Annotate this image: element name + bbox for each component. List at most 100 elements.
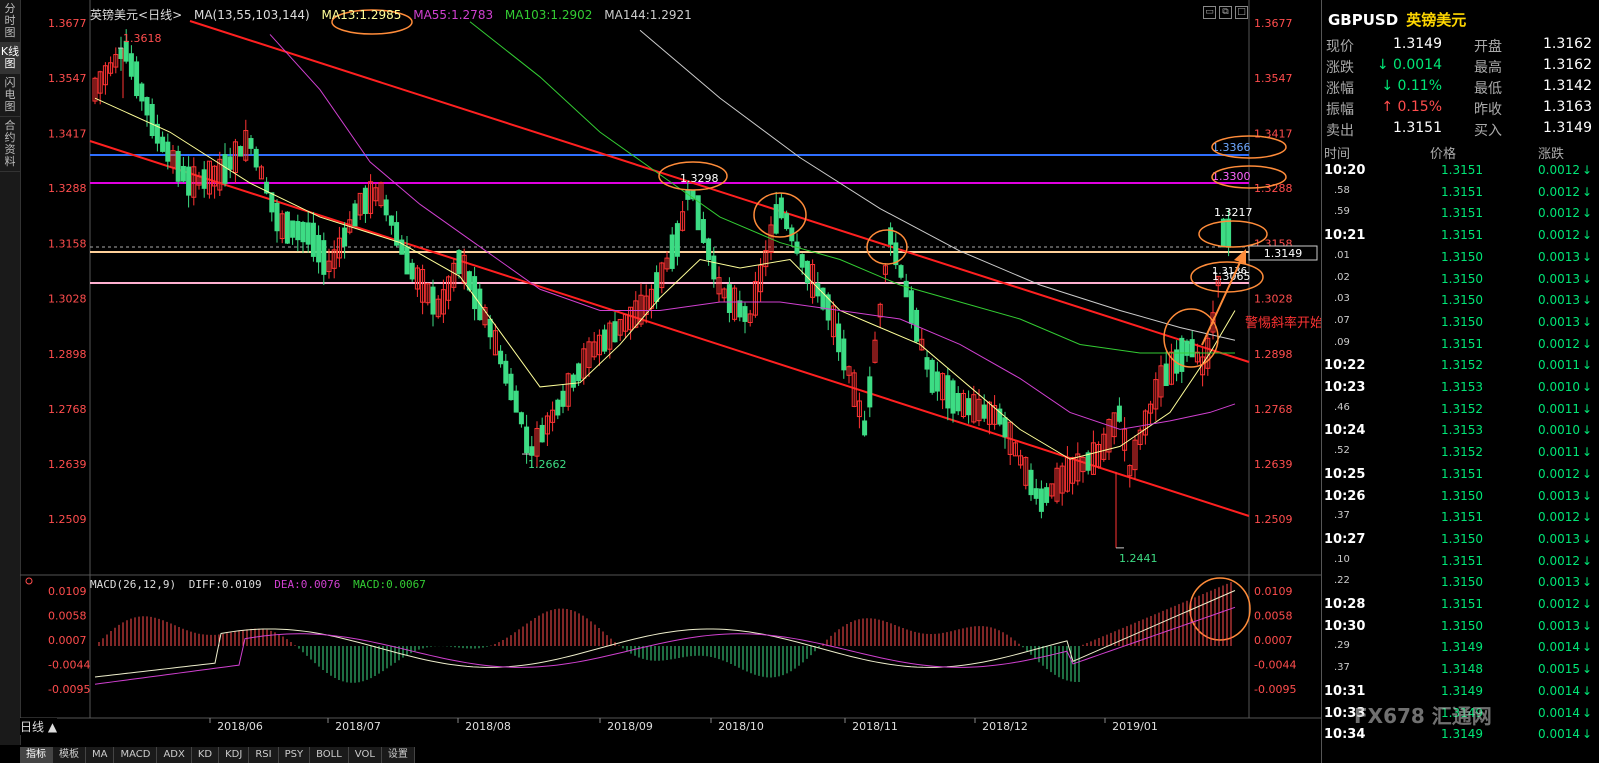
period-tag: <日线>	[138, 8, 183, 22]
macd-settings-icon	[25, 577, 33, 585]
ticks-head-time: 时间	[1324, 147, 1351, 162]
tick-price: 1.3151	[1441, 466, 1483, 481]
tick-row: 10:28 1.3151 0.0012 ↓	[1322, 597, 1599, 618]
indicator-tab[interactable]: MA	[86, 747, 115, 763]
indicator-tab[interactable]: RSI	[249, 747, 279, 763]
tick-time: 10:34	[1324, 727, 1366, 743]
tick-row: 10:26 1.3150 0.0013 ↓	[1322, 489, 1599, 510]
window-minimize-icon[interactable]: ▭	[1203, 6, 1216, 19]
candle-body	[310, 222, 316, 257]
indicator-tab[interactable]: ADX	[157, 747, 192, 763]
tick-price: 1.3150	[1441, 488, 1483, 503]
indicator-tab[interactable]: VOL	[348, 747, 382, 763]
down-arrow-icon: ↓	[1582, 249, 1593, 264]
candle-body	[773, 204, 779, 234]
price-axis-right-label: 1.3547	[1254, 72, 1293, 85]
date-axis-label: 2019/01	[1112, 720, 1158, 733]
candle-body	[134, 61, 140, 97]
window-restore-icon[interactable]: ⧉	[1219, 6, 1232, 19]
tick-price: 1.3153	[1441, 423, 1483, 438]
high-label-3: 1.3217	[1214, 206, 1253, 219]
ma-legend: 英镑美元<日线> MA(13,55,103,144) MA13:1.2985 M…	[90, 6, 700, 23]
tick-row: 10:25 1.3151 0.0012 ↓	[1322, 467, 1599, 488]
warning-annotation: 警惕斜率开始变陡	[1245, 315, 1321, 331]
indicator-tab[interactable]: KDJ	[219, 747, 250, 763]
date-axis-label: 2018/07	[335, 720, 381, 733]
quote-value: 1.3151	[1393, 120, 1442, 136]
indicator-tab[interactable]: KD	[191, 747, 220, 763]
period-selector[interactable]: 日线 ▲	[20, 718, 58, 735]
candle-body	[316, 234, 322, 263]
tick-row: 10:34 1.3149 0.0014 ↓	[1322, 727, 1599, 748]
price-axis-left-label: 1.3028	[48, 293, 87, 306]
candle-body	[165, 141, 171, 162]
candle-body	[186, 166, 192, 196]
quote-value: ↓ 0.0014	[1376, 57, 1442, 73]
price-axis-left-label: 1.3677	[48, 17, 87, 30]
candle-body	[981, 404, 987, 419]
candle-body	[555, 399, 561, 416]
tick-row: .03 1.3150 0.0013 ↓	[1322, 293, 1599, 314]
tab-contract-info[interactable]: 合约资料	[0, 117, 20, 172]
indicator-tab[interactable]: PSY	[278, 747, 311, 763]
tick-change: 0.0012	[1538, 597, 1580, 611]
price-axis-left-label: 1.2898	[48, 348, 87, 361]
tick-time: .03	[1334, 293, 1350, 305]
indicator-tab[interactable]: MACD	[114, 747, 158, 763]
down-arrow-icon: ↓	[1582, 380, 1593, 394]
candle-body	[711, 255, 717, 280]
quote-value: 1.3149	[1393, 36, 1442, 52]
indicator-tab[interactable]: 指标	[20, 747, 53, 763]
tab-timeshare[interactable]: 分时图	[0, 0, 20, 43]
tick-price: 1.3149	[1441, 727, 1483, 742]
candle-body	[742, 306, 748, 322]
ma103-value: MA103:1.2902	[504, 8, 593, 22]
price-axis-left-label: 1.3158	[48, 237, 87, 250]
chart-area[interactable]: 1.3677 1.3547 1.3417 1.3288 1.3158 1.3028 1.28…	[20, 0, 1321, 745]
candle-body	[118, 48, 124, 59]
date-axis-label: 2018/10	[718, 720, 764, 733]
down-arrow-icon: ↓	[1582, 466, 1593, 481]
candle-body	[654, 272, 660, 302]
macd-axis-left-label: 0.0058	[48, 610, 87, 623]
candle-body	[399, 239, 405, 255]
kline-chart[interactable]: 1.3677 1.3547 1.3417 1.3288 1.3158 1.3028 1.28…	[20, 0, 1321, 745]
candle-body	[383, 199, 389, 216]
macd-axis-right-label: 0.0109	[1254, 585, 1293, 598]
candle-body	[1220, 218, 1226, 248]
indicator-tab[interactable]: 设置	[381, 747, 415, 763]
tick-row: 10:30 1.3150 0.0013 ↓	[1322, 619, 1599, 640]
candle-body	[321, 240, 327, 275]
tick-price: 1.3150	[1441, 314, 1483, 329]
tab-kline[interactable]: K线图	[0, 43, 20, 74]
candle-body	[700, 219, 706, 243]
macd-legend: MACD(26,12,9) DIFF:0.0109 DEA:0.0076 MAC…	[90, 578, 432, 591]
tick-change: 0.0012	[1538, 206, 1580, 221]
candle-body	[1189, 339, 1195, 358]
candle-body	[934, 371, 940, 392]
panel-name: 英镑美元	[1406, 11, 1467, 29]
candle-body	[804, 260, 810, 284]
candle-body	[160, 136, 166, 152]
tick-row: .52 1.3152 0.0011 ↓	[1322, 445, 1599, 466]
tick-change: 0.0013	[1538, 575, 1580, 590]
candle-body	[139, 83, 145, 102]
window-close-icon[interactable]: □	[1235, 6, 1248, 19]
tick-row: .09 1.3151 0.0012 ↓	[1322, 337, 1599, 358]
tick-change: 0.0014	[1538, 683, 1580, 698]
candle-body	[430, 286, 436, 315]
indicator-tab[interactable]: BOLL	[310, 747, 349, 763]
down-arrow-icon: ↓	[1582, 423, 1593, 438]
macd-dea-line	[94, 606, 1236, 685]
down-arrow-icon: ↓	[1582, 640, 1593, 655]
tab-flash[interactable]: 闪电图	[0, 74, 20, 117]
down-arrow-icon: ↓	[1582, 336, 1593, 351]
candle-body	[1116, 405, 1122, 422]
candle-body	[1226, 218, 1232, 248]
candle-body	[524, 426, 530, 454]
tick-row: .10 1.3151 0.0012 ↓	[1322, 554, 1599, 575]
tick-price: 1.3151	[1441, 597, 1483, 611]
tick-time: 10:24	[1324, 423, 1366, 439]
tick-row: .37 1.3151 0.0012 ↓	[1322, 510, 1599, 531]
indicator-tab[interactable]: 模板	[53, 747, 86, 763]
